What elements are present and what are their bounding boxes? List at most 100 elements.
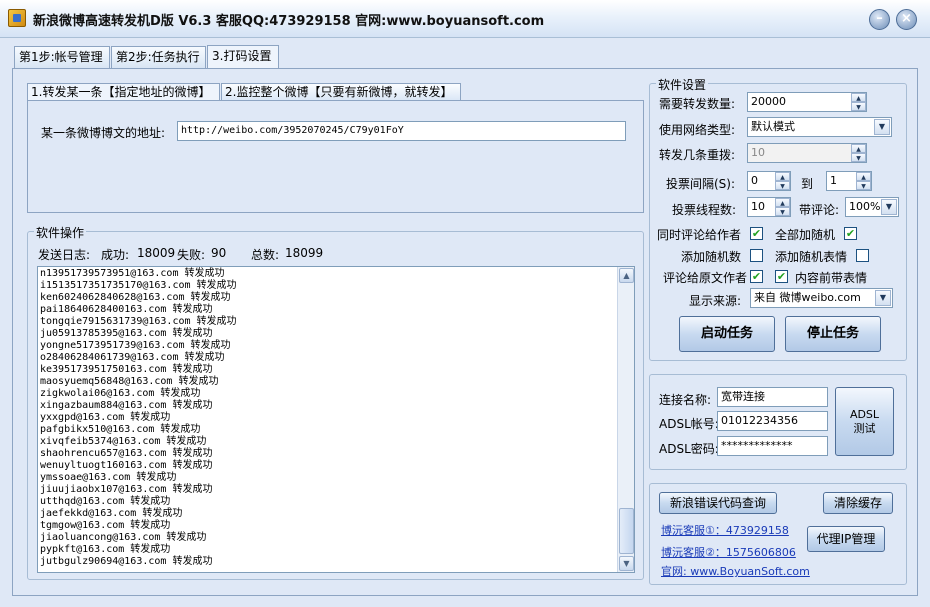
log-line: shaohrencu657@163.com 转发成功 — [40, 448, 213, 459]
tab-captcha-settings[interactable]: 3.打码设置 — [207, 45, 279, 69]
repost-count-value: 20000 — [751, 95, 786, 108]
settings-title: 软件设置 — [656, 76, 709, 93]
adsl-account-input[interactable]: 01012234356 — [717, 411, 828, 431]
content-emoji-front-checkbox[interactable]: ✔ — [775, 270, 788, 283]
add-random-number-checkbox[interactable] — [750, 249, 763, 262]
interval-to-input[interactable]: 1 ▲ ▼ — [826, 171, 872, 191]
interval-to-spinner[interactable]: ▲ ▼ — [856, 172, 871, 190]
conn-name-input[interactable]: 宽带连接 — [717, 387, 828, 407]
retry-input[interactable]: 10 ▲ ▼ — [747, 143, 867, 163]
comment-pct-label: 带评论: — [799, 203, 840, 217]
log-line: pypkft@163.com 转发成功 — [40, 544, 171, 555]
interval-from-value: 0 — [751, 174, 758, 187]
network-type-label: 使用网络类型: — [659, 123, 736, 137]
stop-task-button[interactable]: 停止任务 — [785, 316, 881, 352]
chevron-down-icon[interactable]: ▼ — [881, 199, 897, 215]
interval-to-label: 到 — [801, 177, 814, 191]
source-value: 来自 微博weibo.com — [754, 291, 861, 304]
add-random-number-label: 添加随机数 — [681, 250, 742, 264]
website-link[interactable]: 官网: www.BoyuanSoft.com — [661, 563, 810, 579]
adsl-test-line1: ADSL — [849, 408, 880, 421]
network-type-select[interactable]: 默认模式 ▼ — [747, 117, 892, 137]
log-line: o28406284061739@163.com 转发成功 — [40, 352, 225, 363]
also-comment-author-checkbox[interactable]: ✔ — [750, 227, 763, 240]
adsl-test-line2: 测试 — [853, 422, 876, 435]
content-emoji-front-label: 内容前带表情 — [795, 271, 868, 285]
scroll-down-icon[interactable]: ▼ — [619, 556, 634, 571]
log-line: tgmgow@163.com 转发成功 — [40, 520, 171, 531]
conn-name-label: 连接名称: — [659, 393, 712, 407]
log-line: pai18640628400163.com 转发成功 — [40, 304, 213, 315]
clear-cache-button[interactable]: 清除缓存 — [823, 492, 893, 514]
tab-account-management[interactable]: 第1步:帐号管理 — [14, 46, 110, 68]
log-line: pafgbikx510@163.com 转发成功 — [40, 424, 201, 435]
send-log-list[interactable]: n13951739573951@163.com 转发成功 i15135173517… — [37, 266, 635, 573]
address-label: 某一条微博博文的地址: — [41, 126, 166, 140]
threads-input[interactable]: 10 ▲ ▼ — [747, 197, 791, 217]
total-label: 总数: — [251, 248, 280, 262]
scroll-thumb[interactable] — [619, 508, 634, 554]
network-type-value: 默认模式 — [751, 120, 795, 133]
log-line: maosyuemq56848@163.com 转发成功 — [40, 376, 219, 387]
comment-pct-value: 100% — [849, 200, 881, 213]
log-line: jutbgulz90694@163.com 转发成功 — [40, 556, 213, 567]
interval-from-spinner[interactable]: ▲ ▼ — [775, 172, 790, 190]
scroll-up-icon[interactable]: ▲ — [619, 268, 634, 283]
comment-original-author-checkbox[interactable]: ✔ — [750, 270, 763, 283]
app-icon — [8, 9, 26, 27]
log-label: 发送日志: — [38, 248, 91, 262]
comment-original-author-label: 评论给原文作者 — [663, 271, 748, 285]
source-select[interactable]: 来自 微博weibo.com ▼ — [750, 288, 893, 308]
log-line: i1513517351735170@163.com 转发成功 — [40, 280, 237, 291]
log-lines: n13951739573951@163.com 转发成功 i15135173517… — [40, 268, 615, 568]
repost-count-spinner[interactable]: ▲ ▼ — [851, 93, 866, 111]
service-link-1[interactable]: 博沅客服①：473929158 — [661, 522, 789, 538]
tab-monitor-weibo[interactable]: 2.监控整个微博【只要有新微博，就转发】 — [221, 83, 461, 101]
interval-from-input[interactable]: 0 ▲ ▼ — [747, 171, 791, 191]
log-line: jiuujiaobx107@163.com 转发成功 — [40, 484, 213, 495]
adsl-password-input[interactable]: ************* — [717, 436, 828, 456]
log-line: yxxgpd@163.com 转发成功 — [40, 412, 171, 423]
success-label: 成功: — [101, 248, 130, 262]
retry-spinner[interactable]: ▲ ▼ — [851, 144, 866, 162]
all-random-label: 全部加随机 — [775, 228, 836, 242]
log-line: tongqie7915631739@163.com 转发成功 — [40, 316, 237, 327]
success-count: 18009 — [137, 246, 176, 260]
error-code-query-button[interactable]: 新浪错误代码查询 — [659, 492, 777, 514]
comment-pct-select[interactable]: 100% ▼ — [845, 197, 899, 217]
add-random-emoji-checkbox[interactable] — [856, 249, 869, 262]
repost-count-label: 需要转发数量: — [659, 97, 736, 111]
close-button[interactable]: × — [896, 9, 917, 30]
chevron-down-icon[interactable]: ▼ — [875, 290, 891, 306]
add-random-emoji-label: 添加随机表情 — [775, 250, 848, 264]
log-line: yongne5173951739@163.com 转发成功 — [40, 340, 231, 351]
adsl-test-button[interactable]: ADSL 测试 — [835, 387, 894, 456]
service-link-2[interactable]: 博沅客服②：1575606806 — [661, 544, 796, 560]
log-line: ken6024062840628@163.com 转发成功 — [40, 292, 231, 303]
log-line: zigkwolai06@163.com 转发成功 — [40, 388, 201, 399]
retry-label: 转发几条重拨: — [659, 148, 736, 162]
tab-repost-single[interactable]: 1.转发某一条【指定地址的微博】 — [27, 83, 220, 101]
tab-task-execution[interactable]: 第2步:任务执行 — [111, 46, 206, 68]
also-comment-author-label: 同时评论给作者 — [657, 228, 742, 242]
all-random-checkbox[interactable]: ✔ — [844, 227, 857, 240]
log-line: ju05913785395@163.com 转发成功 — [40, 328, 213, 339]
repost-single-panel — [27, 100, 644, 213]
proxy-ip-button[interactable]: 代理IP管理 — [807, 526, 885, 552]
repost-count-input[interactable]: 20000 ▲ ▼ — [747, 92, 867, 112]
log-line: ke395173951750163.com 转发成功 — [40, 364, 213, 375]
weibo-address-input[interactable]: http://weibo.com/3952070245/C79y01FoY — [177, 121, 626, 141]
log-line: jiaoluancong@163.com 转发成功 — [40, 532, 207, 543]
threads-spinner[interactable]: ▲ ▼ — [775, 198, 790, 216]
chevron-down-icon[interactable]: ▼ — [874, 119, 890, 135]
threads-label: 投票线程数: — [672, 203, 737, 217]
log-line: utthqd@163.com 转发成功 — [40, 496, 171, 507]
threads-value: 10 — [751, 200, 765, 213]
log-line: xivqfeib5374@163.com 转发成功 — [40, 436, 207, 447]
title-bar: 新浪微博高速转发机D版 V6.3 客服QQ:473929158 官网:www.b… — [0, 0, 930, 38]
start-task-button[interactable]: 启动任务 — [679, 316, 775, 352]
log-scrollbar[interactable]: ▲ ▼ — [617, 267, 634, 572]
minimize-button[interactable]: – — [869, 9, 890, 30]
log-line: xingazbaum884@163.com 转发成功 — [40, 400, 213, 411]
retry-value: 10 — [751, 146, 765, 159]
